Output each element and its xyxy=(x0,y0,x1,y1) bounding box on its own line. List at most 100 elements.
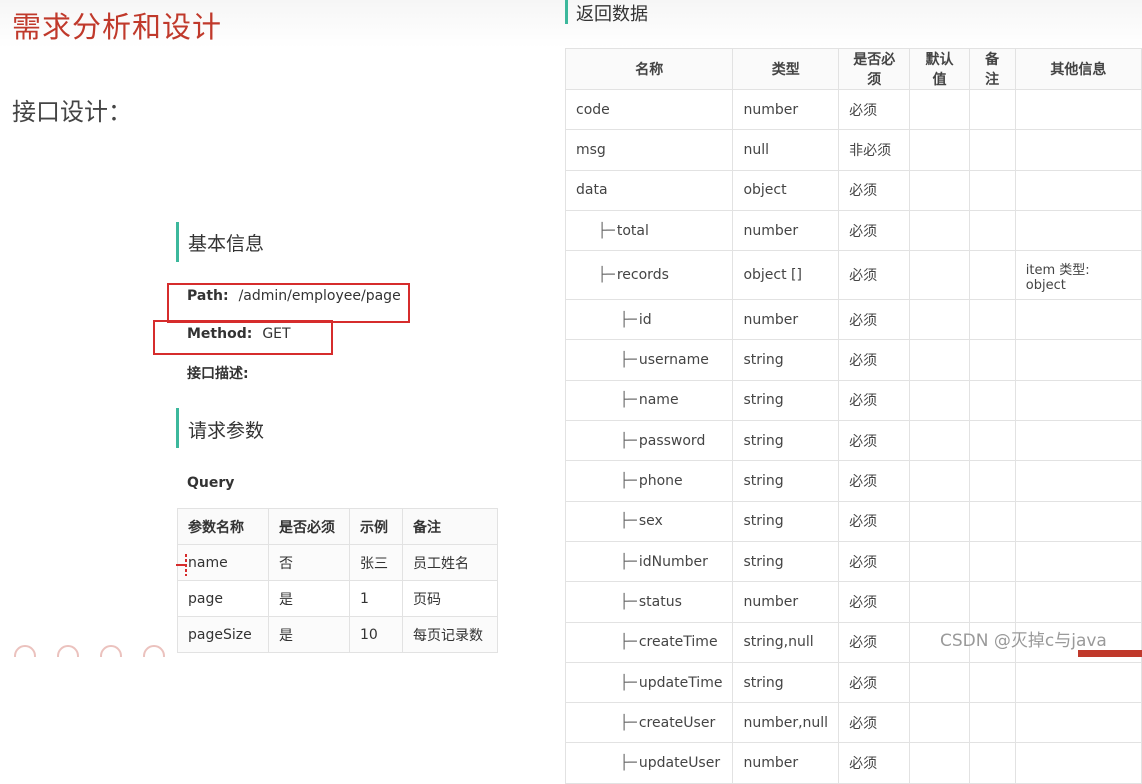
path-highlight-box xyxy=(167,283,410,323)
query-label: Query xyxy=(187,475,235,491)
field-name-cell: ├─ id xyxy=(564,299,734,341)
description-label: 接口描述: xyxy=(187,366,249,382)
field-other-cell: item 类型: object xyxy=(1014,250,1142,301)
field-note-cell xyxy=(968,420,1016,462)
field-note-cell xyxy=(968,581,1016,623)
field-default-cell xyxy=(909,420,970,462)
table-row: ├─ status number 必须 xyxy=(564,581,1142,623)
field-default-cell xyxy=(909,702,970,744)
table-cell: 10 xyxy=(349,616,403,653)
field-default-cell xyxy=(909,460,970,502)
field-name-cell: ├─ records xyxy=(564,250,734,301)
field-default-cell xyxy=(909,742,970,784)
field-required-cell: 必须 xyxy=(838,420,911,462)
column-header: 类型 xyxy=(732,48,840,90)
table-cell: 1 xyxy=(349,580,403,617)
field-name-cell: ├─ createUser xyxy=(564,702,734,744)
field-name-cell: ├─ idNumber xyxy=(564,540,734,583)
field-name-cell: ├─ phone xyxy=(564,460,734,502)
column-header: 备注 xyxy=(968,48,1016,90)
heading-accent-bar xyxy=(565,0,568,24)
table-row: ├─ sex string 必须 xyxy=(564,500,1142,542)
field-note-cell xyxy=(968,209,1016,252)
field-default-cell xyxy=(909,339,970,381)
table-row: ├─ password string 必须 xyxy=(564,420,1142,462)
field-other-cell xyxy=(1014,581,1142,623)
field-default-cell xyxy=(909,500,970,542)
tree-branch-icon: ├─ xyxy=(620,432,637,449)
basic-info-heading: 基本信息 xyxy=(188,233,265,255)
field-name-cell: ├─ sex xyxy=(564,500,734,542)
field-required-cell: 必须 xyxy=(838,169,911,211)
heading-accent-bar xyxy=(176,222,179,262)
field-note-cell xyxy=(968,460,1016,502)
field-default-cell xyxy=(909,169,970,211)
field-default-cell xyxy=(909,661,970,704)
field-name-cell: ├─ name xyxy=(564,379,734,422)
field-required-cell: 非必须 xyxy=(838,129,911,171)
field-name: createTime xyxy=(638,634,718,651)
table-row: ├─ total number 必须 xyxy=(564,209,1142,252)
field-type-cell: string xyxy=(732,500,840,542)
heading-accent-bar xyxy=(176,408,179,448)
field-note-cell xyxy=(968,661,1016,704)
table-header-row: 名称 类型 是否必须 默认值 备注 其他信息 xyxy=(564,48,1142,90)
tree-branch-icon: ├─ xyxy=(598,222,615,239)
tree-branch-icon: ├─ xyxy=(620,473,637,490)
field-other-cell xyxy=(1014,209,1142,252)
field-required-cell: 必须 xyxy=(838,621,911,663)
field-required-cell: 必须 xyxy=(838,339,911,381)
table-row: ├─ idNumber string 必须 xyxy=(564,540,1142,583)
field-other-cell xyxy=(1014,742,1142,784)
table-cell: page xyxy=(177,580,269,617)
field-name: password xyxy=(638,432,706,449)
field-name: data xyxy=(576,182,608,199)
section-title: 接口设计： xyxy=(12,98,132,126)
table-row: page 是 1 页码 xyxy=(177,580,498,617)
table-row: ├─ name string 必须 xyxy=(564,379,1142,422)
field-name-cell: data xyxy=(564,169,734,211)
field-type-cell: object xyxy=(732,169,840,211)
field-type-cell: number xyxy=(732,209,840,252)
field-other-cell xyxy=(1014,460,1142,502)
field-other-cell xyxy=(1014,88,1142,131)
method-highlight-box xyxy=(153,320,333,355)
tree-branch-icon: ├─ xyxy=(598,267,615,284)
field-default-cell xyxy=(909,129,970,171)
column-header: 参数名称 xyxy=(177,508,269,545)
field-name: msg xyxy=(576,141,606,158)
table-cell: 员工姓名 xyxy=(402,544,498,581)
field-name-cell: ├─ password xyxy=(564,420,734,462)
field-required-cell: 必须 xyxy=(838,88,911,131)
field-name: name xyxy=(638,392,679,409)
field-name: phone xyxy=(638,473,683,490)
column-header: 备注 xyxy=(402,508,498,545)
tree-branch-icon: ├─ xyxy=(620,352,637,369)
field-type-cell: object [] xyxy=(732,250,840,301)
tree-branch-icon: ├─ xyxy=(620,311,637,328)
field-note-cell xyxy=(968,299,1016,341)
field-type-cell: number xyxy=(732,742,840,784)
field-other-cell xyxy=(1014,500,1142,542)
field-required-cell: 必须 xyxy=(838,379,911,422)
tree-branch-icon: ├─ xyxy=(620,714,637,731)
field-default-cell xyxy=(909,581,970,623)
field-default-cell xyxy=(909,540,970,583)
field-required-cell: 必须 xyxy=(838,209,911,252)
field-required-cell: 必须 xyxy=(838,250,911,301)
table-header-row: 参数名称 是否必须 示例 备注 xyxy=(177,508,498,545)
field-other-cell xyxy=(1014,129,1142,171)
field-required-cell: 必须 xyxy=(838,702,911,744)
field-other-cell xyxy=(1014,339,1142,381)
table-cell: 每页记录数 xyxy=(402,616,498,653)
field-required-cell: 必须 xyxy=(838,540,911,583)
field-note-cell xyxy=(968,169,1016,211)
field-type-cell: string xyxy=(732,420,840,462)
field-name-cell: ├─ createTime xyxy=(564,621,734,663)
field-name-cell: ├─ updateTime xyxy=(564,661,734,704)
field-name: idNumber xyxy=(638,553,708,570)
field-type-cell: string xyxy=(732,661,840,704)
field-name-cell: code xyxy=(564,88,734,131)
field-name: status xyxy=(638,593,682,610)
field-name: createUser xyxy=(638,714,716,731)
